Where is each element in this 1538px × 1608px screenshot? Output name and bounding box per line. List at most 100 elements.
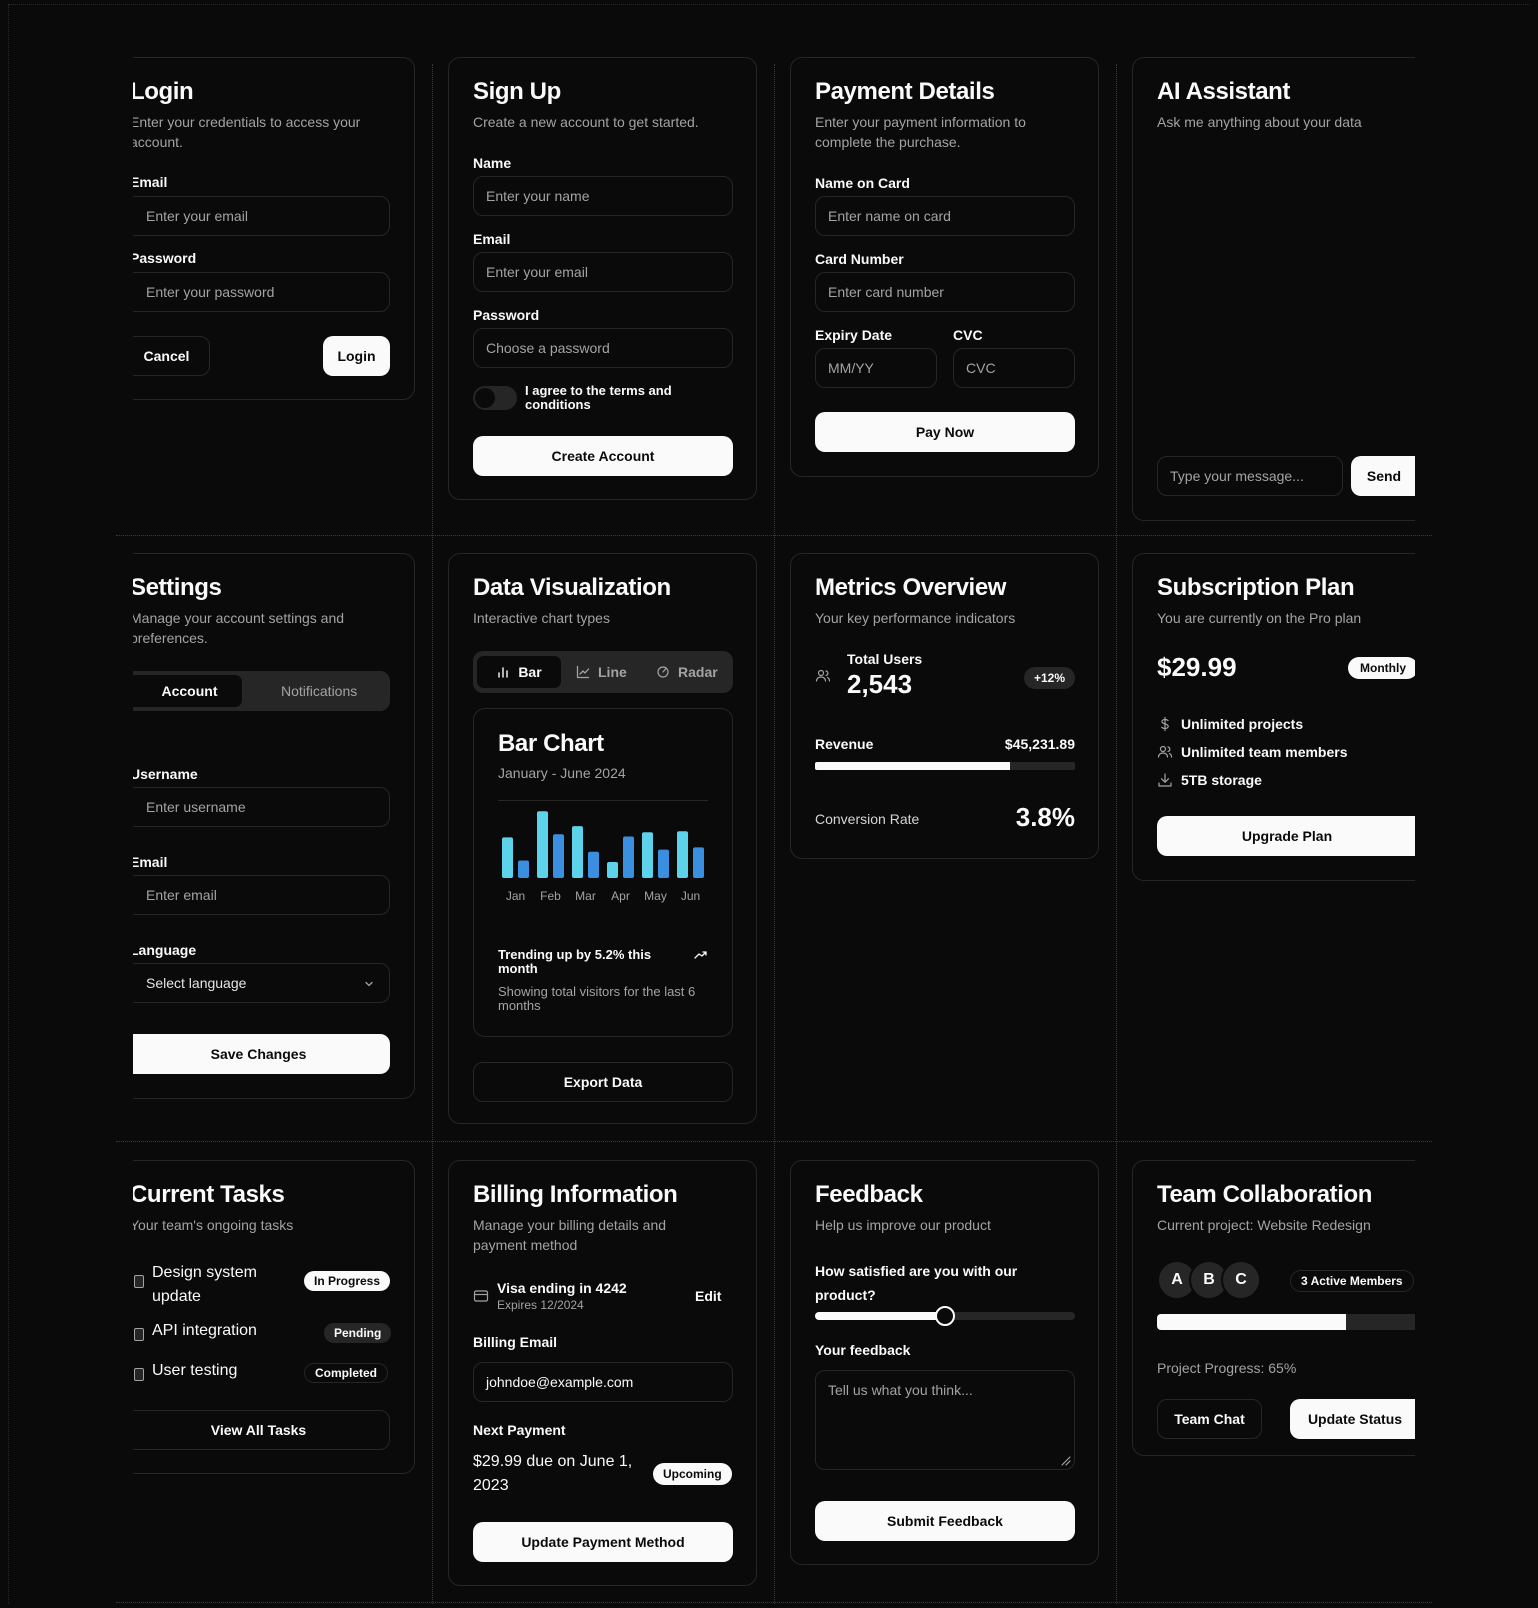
password-label: Password (473, 307, 540, 323)
tab-line[interactable]: Line (576, 656, 636, 688)
tab-account[interactable]: Account (133, 675, 242, 707)
grid-line (774, 64, 775, 1604)
slider-thumb[interactable] (935, 1306, 955, 1326)
chart-bar[interactable] (693, 847, 704, 878)
login-button[interactable]: Login (323, 336, 390, 376)
card-name-input[interactable]: Enter name on card (815, 196, 1075, 236)
update-payment-button[interactable]: Update Payment Method (473, 1522, 733, 1562)
billing-title: Billing Information (473, 1181, 678, 1208)
team-column: Team Collaboration Current project: Webs… (1128, 1155, 1415, 1465)
payment-subtitle: Enter your payment information to comple… (815, 114, 1026, 150)
feedback-title: Feedback (815, 1181, 923, 1208)
card-number-input[interactable]: Enter card number (815, 272, 1075, 312)
send-button[interactable]: Send (1351, 456, 1415, 496)
dataviz-title: Data Visualization (473, 574, 671, 601)
settings-column: Settings Manage your account settings an… (133, 550, 423, 1110)
email-label: Email (133, 854, 168, 870)
task-checkbox[interactable] (134, 1368, 144, 1381)
chart-bar[interactable] (607, 862, 618, 878)
satisfaction-slider[interactable] (815, 1306, 1075, 1326)
team-chat-button[interactable]: Team Chat (1157, 1399, 1262, 1439)
assistant-title: AI Assistant (1157, 78, 1291, 105)
chart-bar[interactable] (537, 811, 548, 878)
task-name: API integration (152, 1322, 257, 1339)
assistant-column: AI Assistant Ask me anything about your … (1128, 50, 1415, 530)
revenue-progress-track (815, 762, 1075, 770)
trending-up-icon (693, 948, 709, 962)
tasks-subtitle: Your team's ongoing tasks (133, 1217, 294, 1233)
edit-card-button[interactable]: Edit (695, 1288, 721, 1304)
language-select[interactable]: Select language (133, 963, 390, 1003)
create-account-button[interactable]: Create Account (473, 436, 733, 476)
conversion-label: Conversion Rate (815, 811, 920, 827)
chart-tick-label: Jun (681, 889, 700, 903)
chart-bar[interactable] (553, 834, 564, 878)
upgrade-plan-button[interactable]: Upgrade Plan (1157, 816, 1415, 856)
tab-notifications[interactable]: Notifications (281, 683, 357, 699)
feedback-placeholder: Tell us what you think... (828, 1382, 973, 1398)
chart-bar[interactable] (502, 837, 513, 878)
name-label: Name (473, 155, 512, 171)
feature-item: 5TB storage (1181, 772, 1262, 788)
task-name: Design system update (152, 1264, 257, 1305)
avatar[interactable]: C (1221, 1260, 1261, 1300)
chart-bar[interactable] (588, 851, 599, 878)
status-badge: Completed (304, 1363, 389, 1383)
pay-now-button[interactable]: Pay Now (815, 412, 1075, 452)
chart-bar[interactable] (658, 849, 669, 878)
terms-toggle[interactable] (473, 386, 517, 410)
assistant-subtitle: Ask me anything about your data (1157, 114, 1362, 130)
settings-subtitle: Manage your account settings and prefere… (133, 610, 345, 646)
username-input[interactable]: Enter username (133, 787, 390, 827)
chart-subtitle: January - June 2024 (498, 765, 626, 781)
expiry-input[interactable]: MM/YY (815, 348, 937, 388)
submit-feedback-button[interactable]: Submit Feedback (815, 1501, 1075, 1541)
card-number-label: Card Number (815, 251, 904, 267)
message-input[interactable]: Type your message... (1157, 456, 1343, 496)
email-input[interactable]: Enter your email (133, 196, 390, 236)
chart-bar[interactable] (623, 836, 634, 878)
toggle-knob (475, 388, 495, 408)
chart-bar[interactable] (572, 826, 583, 878)
cvc-input[interactable]: CVC (953, 348, 1075, 388)
chart-bar[interactable] (677, 831, 688, 878)
feedback-textarea[interactable]: Tell us what you think... (815, 1370, 1075, 1470)
password-input[interactable]: Enter your password (133, 272, 390, 312)
resize-handle-icon[interactable] (1059, 1454, 1071, 1466)
cancel-button[interactable]: Cancel (133, 336, 210, 376)
task-checkbox[interactable] (134, 1328, 144, 1341)
export-data-button[interactable]: Export Data (473, 1062, 733, 1102)
trend-note: Showing total visitors for the last 6 mo… (498, 984, 696, 1013)
view-all-tasks-button[interactable]: View All Tasks (133, 1410, 390, 1450)
revenue-label: Revenue (815, 736, 874, 752)
email-input[interactable]: Enter your email (473, 252, 733, 292)
update-status-button[interactable]: Update Status (1290, 1399, 1415, 1439)
metrics-subtitle: Your key performance indicators (815, 610, 1016, 626)
trend-text: Trending up by 5.2% this month (498, 947, 652, 976)
subscription-subtitle: You are currently on the Pro plan (1157, 610, 1362, 626)
plan-price: $29.99 (1157, 652, 1237, 682)
billing-email-input[interactable]: johndoe@example.com (473, 1362, 733, 1402)
chart-bar[interactable] (642, 832, 653, 878)
tab-line-label: Line (598, 664, 627, 680)
settings-tabs: Account Notifications (133, 671, 390, 711)
chart-bar[interactable] (518, 860, 529, 879)
task-checkbox[interactable] (134, 1275, 144, 1288)
language-select-value: Select language (146, 975, 247, 991)
tab-bar[interactable]: Bar (477, 656, 561, 688)
team-title: Team Collaboration (1157, 1181, 1373, 1208)
tasks-title: Current Tasks (133, 1181, 285, 1208)
cvc-label: CVC (953, 327, 983, 343)
name-input[interactable]: Enter your name (473, 176, 733, 216)
next-payment-value: $29.99 due on June 1, 2023 (473, 1453, 633, 1494)
login-column: Login Enter your credentials to access y… (133, 50, 423, 410)
team-subtitle: Current project: Website Redesign (1157, 1217, 1371, 1233)
subscription-column: Subscription Plan You are currently on t… (1128, 550, 1415, 890)
chevron-down-icon (363, 978, 375, 990)
tab-radar[interactable]: Radar (656, 656, 728, 688)
email-input[interactable]: Enter email (133, 875, 390, 915)
password-input[interactable]: Choose a password (473, 328, 733, 368)
save-changes-button[interactable]: Save Changes (133, 1034, 390, 1074)
expiry-label: Expiry Date (815, 327, 893, 343)
users-change-badge: +12% (1024, 667, 1076, 689)
